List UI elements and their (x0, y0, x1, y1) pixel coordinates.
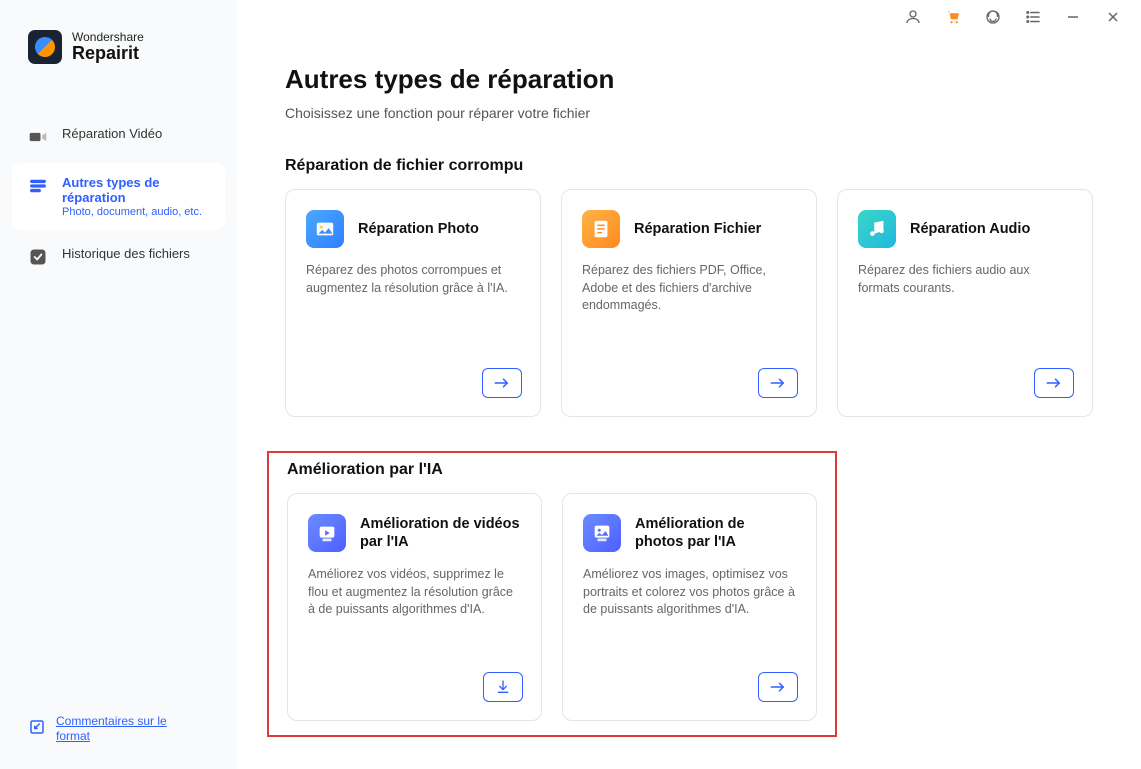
logo: Wondershare Repairit (0, 0, 237, 92)
feedback-icon (28, 718, 46, 741)
logo-product: Repairit (72, 44, 144, 64)
card-title: Réparation Audio (910, 220, 1030, 238)
arrow-right-button[interactable] (758, 368, 798, 398)
list-icon (28, 176, 48, 196)
section-corrupted-title: Réparation de fichier corrompu (285, 157, 1093, 175)
arrow-right-button[interactable] (758, 672, 798, 702)
feedback-link[interactable]: Commentaires sur le format (56, 714, 186, 745)
menu-icon[interactable] (1023, 7, 1043, 27)
sidebar-item-video-repair[interactable]: Réparation Vidéo (12, 114, 225, 159)
card-desc: Améliorez vos vidéos, supprimez le flou … (308, 566, 521, 619)
card-desc: Améliorez vos images, optimisez vos port… (583, 566, 796, 619)
page-subtitle: Choisissez une fonction pour réparer vot… (285, 105, 1093, 121)
user-icon[interactable] (903, 7, 923, 27)
titlebar (237, 0, 1141, 34)
card-file-repair[interactable]: Réparation Fichier Réparez des fichiers … (561, 189, 817, 417)
card-ai-video-enhance[interactable]: Amélioration de vidéos par l'IA Améliore… (287, 493, 542, 721)
checkbox-icon (28, 247, 48, 267)
arrow-right-button[interactable] (482, 368, 522, 398)
ai-photo-icon (583, 514, 621, 552)
card-title: Amélioration de vidéos par l'IA (360, 515, 521, 551)
minimize-button[interactable] (1063, 7, 1083, 27)
sidebar-item-file-history[interactable]: Historique des fichiers (12, 234, 225, 279)
card-desc: Réparez des fichiers audio aux formats c… (858, 262, 1072, 297)
page-title: Autres types de réparation (285, 64, 1093, 95)
section-ai-title: Amélioration par l'IA (287, 461, 817, 479)
sidebar-item-sublabel: Photo, document, audio, etc. (62, 206, 209, 218)
download-button[interactable] (483, 672, 523, 702)
file-icon (582, 210, 620, 248)
sidebar-item-label: Réparation Vidéo (62, 126, 162, 141)
card-title: Réparation Fichier (634, 220, 761, 238)
card-desc: Réparez des fichiers PDF, Office, Adobe … (582, 262, 796, 315)
sidebar-item-label: Historique des fichiers (62, 246, 190, 261)
sidebar: Wondershare Repairit Réparation Vidéo Au… (0, 0, 237, 769)
card-title: Amélioration de photos par l'IA (635, 515, 796, 551)
photo-icon (306, 210, 344, 248)
logo-icon (28, 30, 62, 64)
video-camera-icon (28, 127, 48, 147)
sidebar-item-label: Autres types de réparation (62, 175, 209, 205)
support-icon[interactable] (983, 7, 1003, 27)
ai-section-highlight: Amélioration par l'IA Amélioration de vi… (267, 451, 837, 737)
cart-icon[interactable] (943, 7, 963, 27)
card-photo-repair[interactable]: Réparation Photo Réparez des photos corr… (285, 189, 541, 417)
ai-video-icon (308, 514, 346, 552)
sidebar-item-other-repairs[interactable]: Autres types de réparation Photo, docume… (12, 163, 225, 230)
card-audio-repair[interactable]: Réparation Audio Réparez des fichiers au… (837, 189, 1093, 417)
card-title: Réparation Photo (358, 220, 479, 238)
arrow-right-button[interactable] (1034, 368, 1074, 398)
logo-brand: Wondershare (72, 31, 144, 44)
close-button[interactable] (1103, 7, 1123, 27)
music-icon (858, 210, 896, 248)
card-ai-photo-enhance[interactable]: Amélioration de photos par l'IA Améliore… (562, 493, 817, 721)
card-desc: Réparez des photos corrompues et augment… (306, 262, 520, 297)
